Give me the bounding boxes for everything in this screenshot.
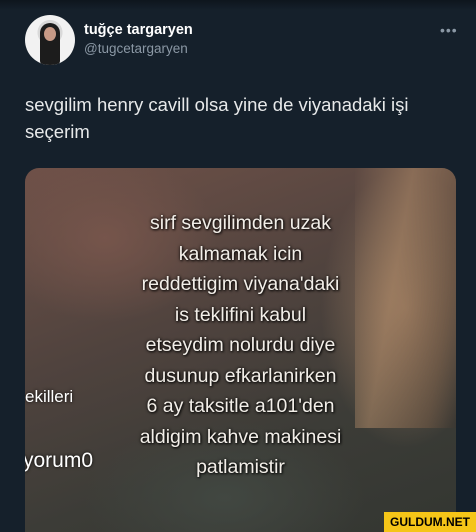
- caption-line: aldigim kahve makinesi: [139, 425, 342, 448]
- caption-line: etseydim nolurdu diye: [145, 334, 336, 356]
- tweet-media-image[interactable]: sirf sevgilimden uzak kalmamak icin redd…: [25, 168, 456, 532]
- user-handle[interactable]: @tugcetargaryen: [84, 41, 188, 56]
- avatar-face: [44, 27, 56, 41]
- caption-line: reddettigim viyana'daki: [141, 273, 340, 295]
- side-text-b: yorum0: [25, 449, 94, 472]
- more-options-icon[interactable]: •••: [440, 22, 458, 38]
- site-watermark: GULDUM.NET: [384, 512, 476, 532]
- avatar[interactable]: [25, 15, 75, 65]
- caption-line: 6 ay taksitle a101'den: [146, 395, 335, 417]
- display-name[interactable]: tuğçe targaryen: [84, 22, 193, 38]
- tweet-text: sevgilim henry cavill olsa yine de viyan…: [25, 94, 409, 142]
- image-caption-overlay: sirf sevgilimden uzak kalmamak icin redd…: [25, 208, 456, 483]
- caption-line: kalmamak icin: [178, 242, 303, 265]
- caption-line: sirf sevgilimden uzak: [150, 212, 331, 234]
- top-fade: [0, 0, 476, 10]
- caption-line: dusunup efkarlanirken: [144, 364, 337, 387]
- caption-line: is teklifini kabul: [174, 303, 307, 326]
- side-text-a: ekilleri: [25, 387, 74, 406]
